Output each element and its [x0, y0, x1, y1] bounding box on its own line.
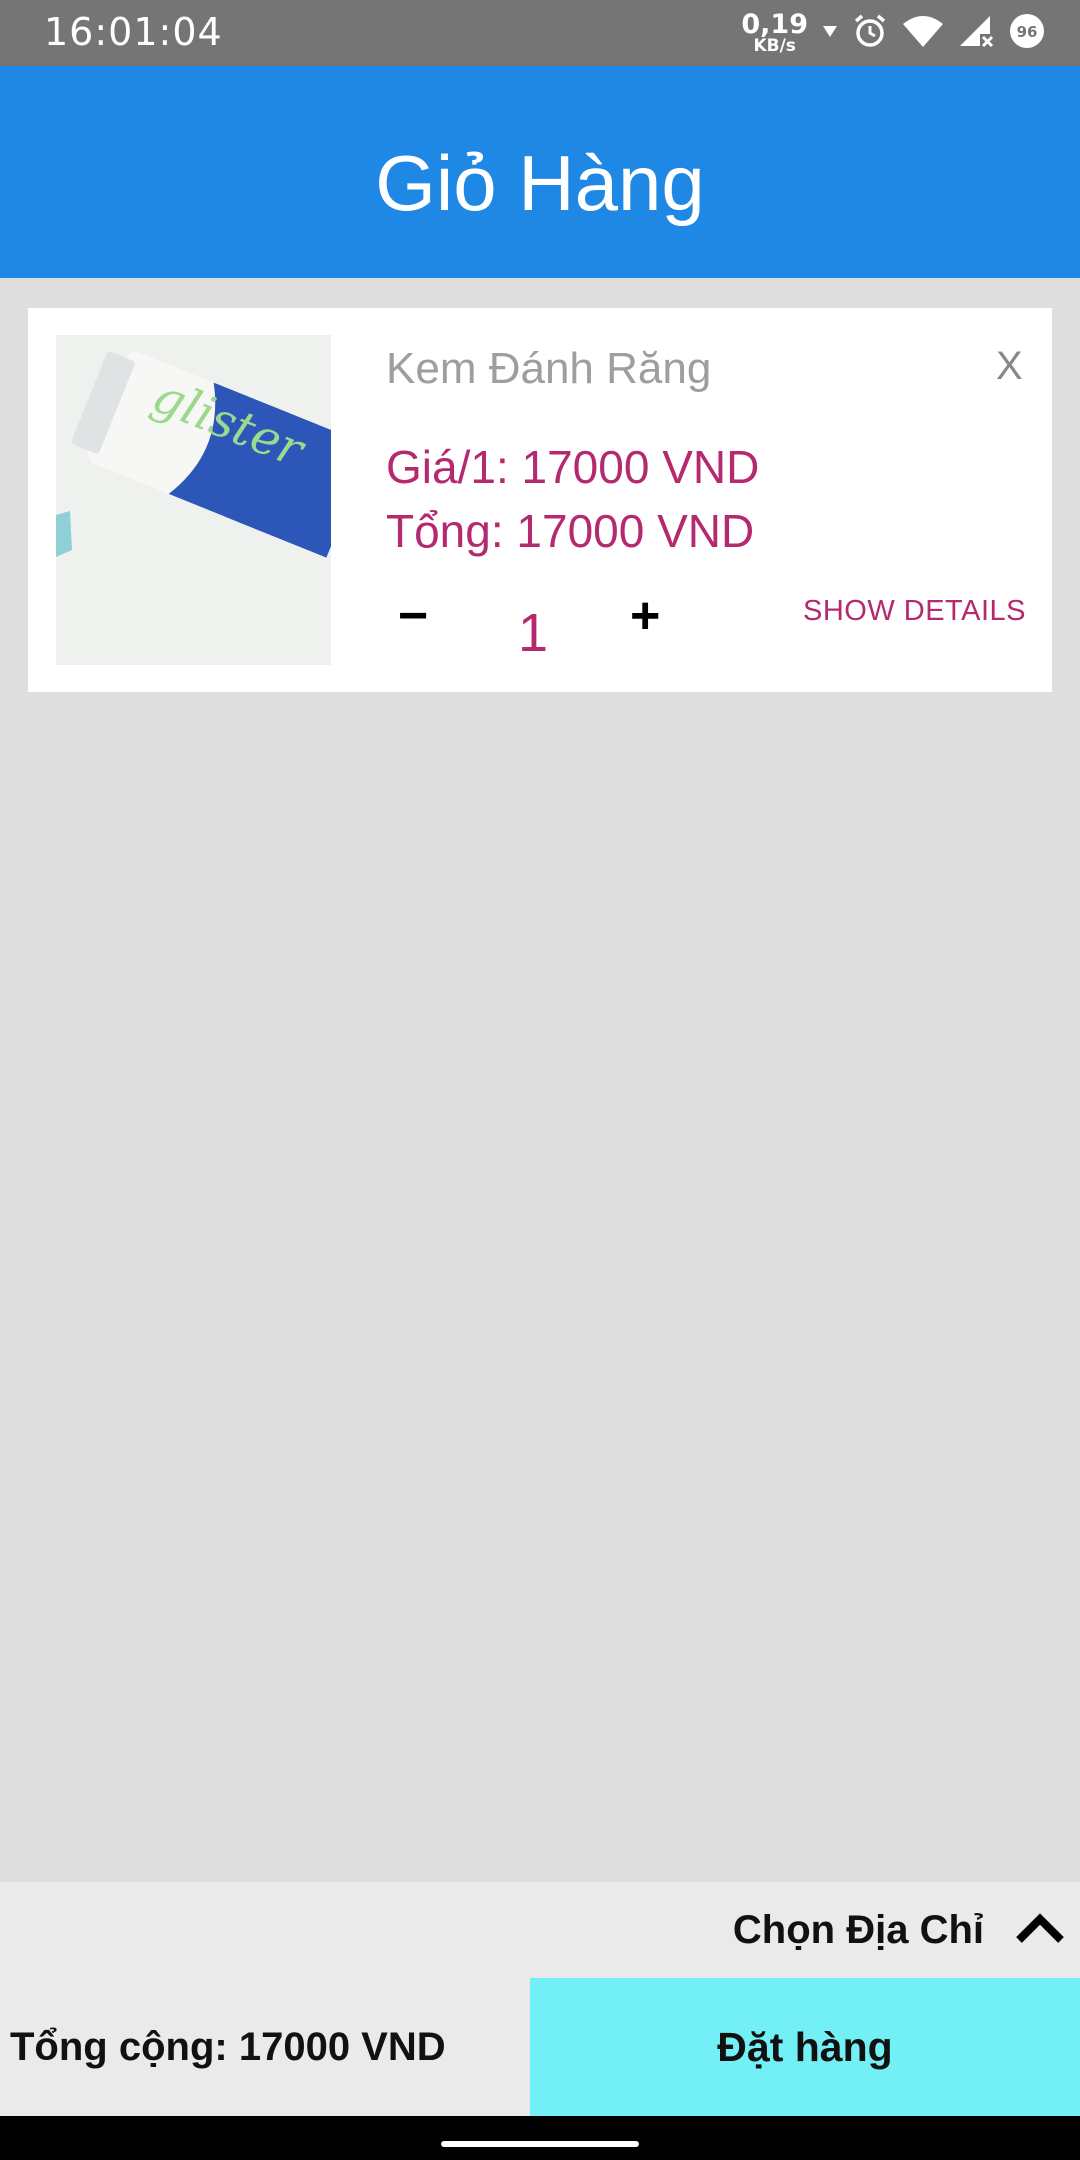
cart-item-card: glister Kem Đánh Răng X Giá/1: 17000 VND… [28, 308, 1052, 692]
product-image: glister [56, 335, 331, 665]
line-total: Tổng: 17000 VND [386, 505, 755, 557]
decrease-quantity-button[interactable]: − [398, 590, 428, 642]
navigation-bar [0, 2116, 1080, 2160]
app-bar: Giỏ Hàng [0, 66, 1080, 278]
choose-address-toggle[interactable]: Chọn Địa Chỉ [733, 1882, 1066, 1978]
checkout-panel: Chọn Địa Chỉ Tổng cộng: 17000 VND Đặt hà… [0, 1882, 1080, 2116]
unit-price: Giá/1: 17000 VND [386, 441, 760, 493]
status-time: 16:01:04 [44, 10, 223, 54]
signal-icon [958, 14, 994, 53]
chevron-up-icon [1014, 1911, 1066, 1950]
choose-address-label: Chọn Địa Chỉ [732, 1907, 984, 1952]
network-speed: 0,19 KB/s [741, 11, 808, 55]
home-indicator[interactable] [441, 2141, 639, 2147]
order-total: Tổng cộng: 17000 VND [10, 2024, 446, 2069]
product-name: Kem Đánh Răng [386, 344, 712, 393]
battery-icon: 96 [1008, 12, 1046, 55]
page-title: Giỏ Hàng [375, 138, 705, 227]
battery-level: 96 [1017, 23, 1038, 41]
alarm-icon [852, 13, 888, 54]
show-details-button[interactable]: SHOW DETAILS [803, 595, 1026, 628]
quantity-value: 1 [517, 603, 549, 663]
remove-item-button[interactable]: X [996, 344, 1023, 389]
network-speed-unit: KB/s [753, 36, 796, 56]
data-arrow-icon [822, 24, 838, 43]
place-order-button[interactable]: Đặt hàng [530, 1978, 1080, 2116]
status-icons: 0,19 KB/s 96 [741, 8, 1046, 58]
network-speed-value: 0,19 [741, 9, 808, 40]
increase-quantity-button[interactable]: + [630, 590, 660, 642]
wifi-icon [902, 14, 944, 53]
status-bar: 16:01:04 0,19 KB/s 96 [0, 0, 1080, 66]
